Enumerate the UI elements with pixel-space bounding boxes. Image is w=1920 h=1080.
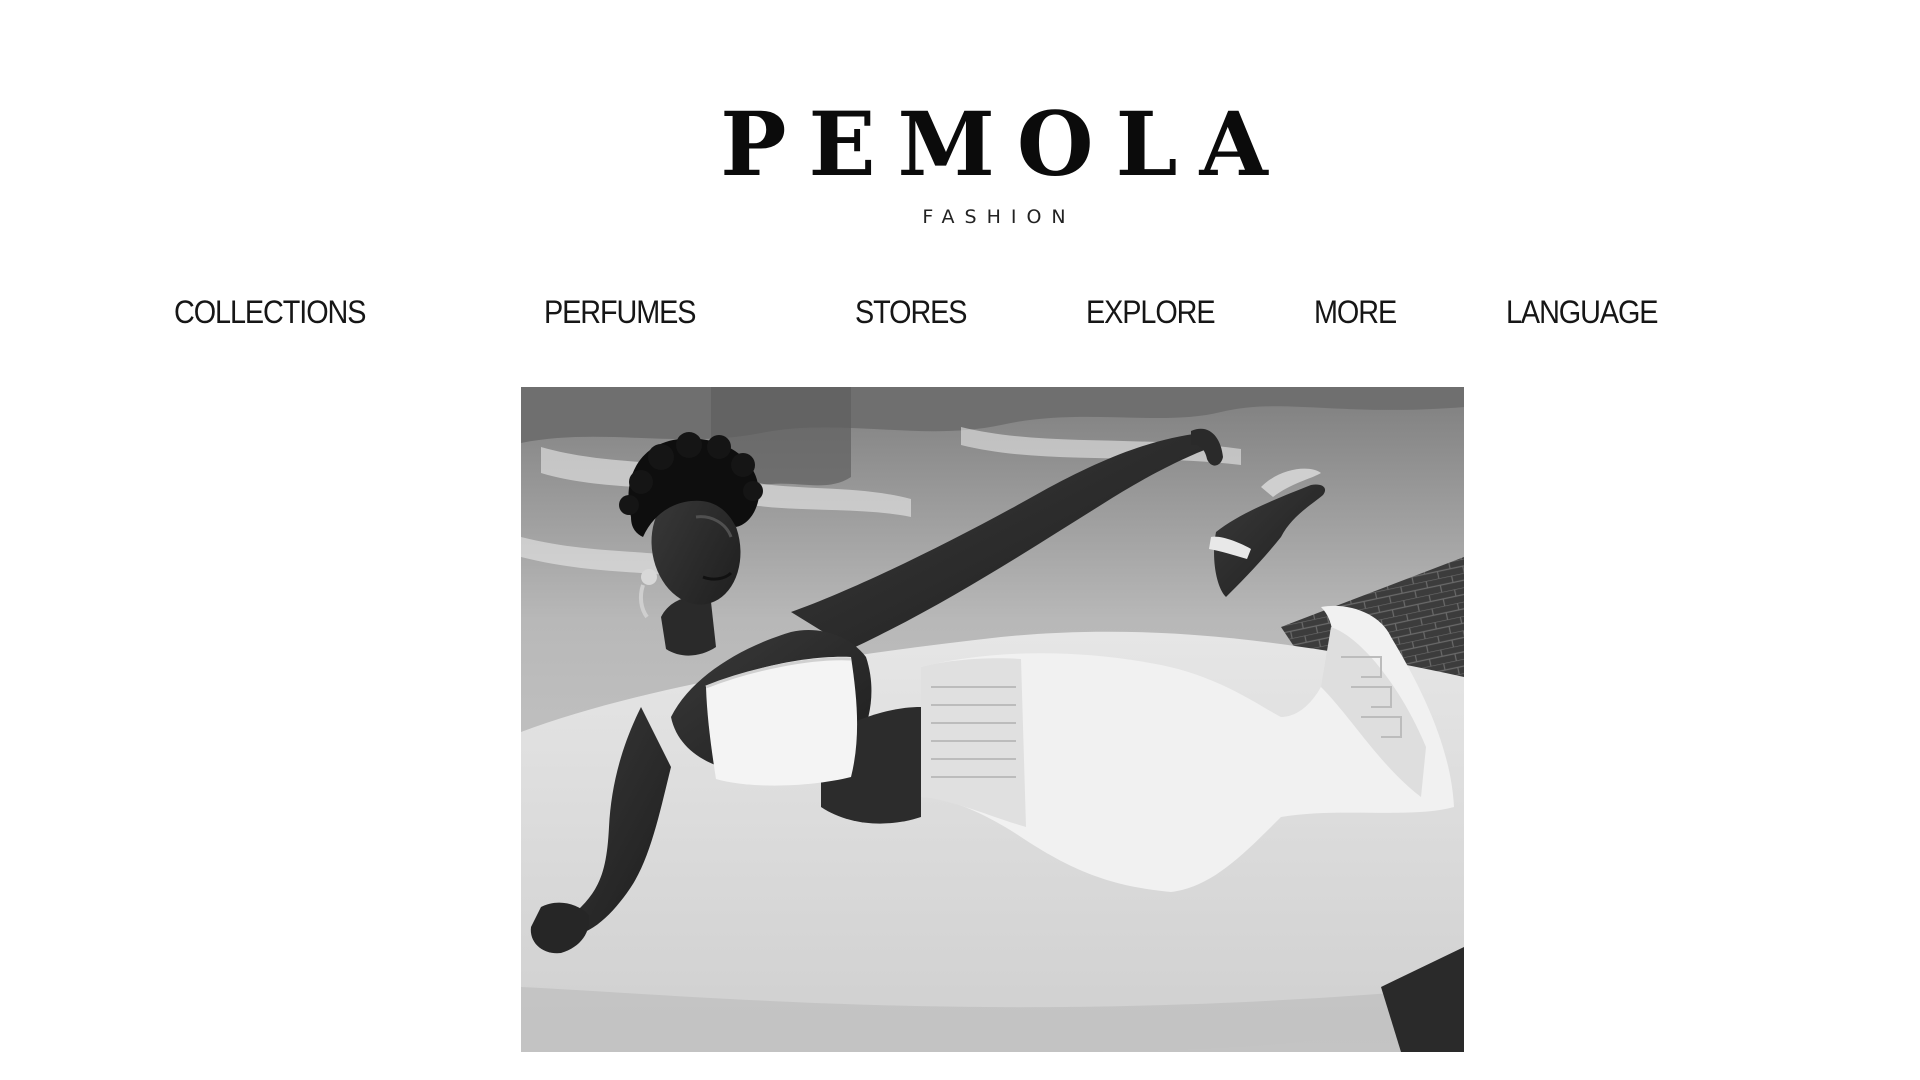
brand-name: PEMOLA xyxy=(720,92,1290,196)
nav-item-perfumes[interactable]: PERFUMES xyxy=(544,290,696,334)
nav-item-collections[interactable]: COLLECTIONS xyxy=(174,290,366,334)
nav-item-more[interactable]: MORE xyxy=(1314,290,1397,334)
brand-tagline: FASHION xyxy=(922,206,1076,228)
hero-photo xyxy=(521,387,1464,1052)
main-navigation: COLLECTIONS PERFUMES STORES EXPLORE MORE… xyxy=(0,290,1920,334)
nav-item-language[interactable]: LANGUAGE xyxy=(1506,290,1658,334)
hero-image xyxy=(521,387,1464,1052)
brand-logo[interactable]: PEMOLA FASHION xyxy=(0,98,1920,228)
nav-item-stores[interactable]: STORES xyxy=(855,290,968,334)
nav-item-explore[interactable]: EXPLORE xyxy=(1086,290,1216,334)
